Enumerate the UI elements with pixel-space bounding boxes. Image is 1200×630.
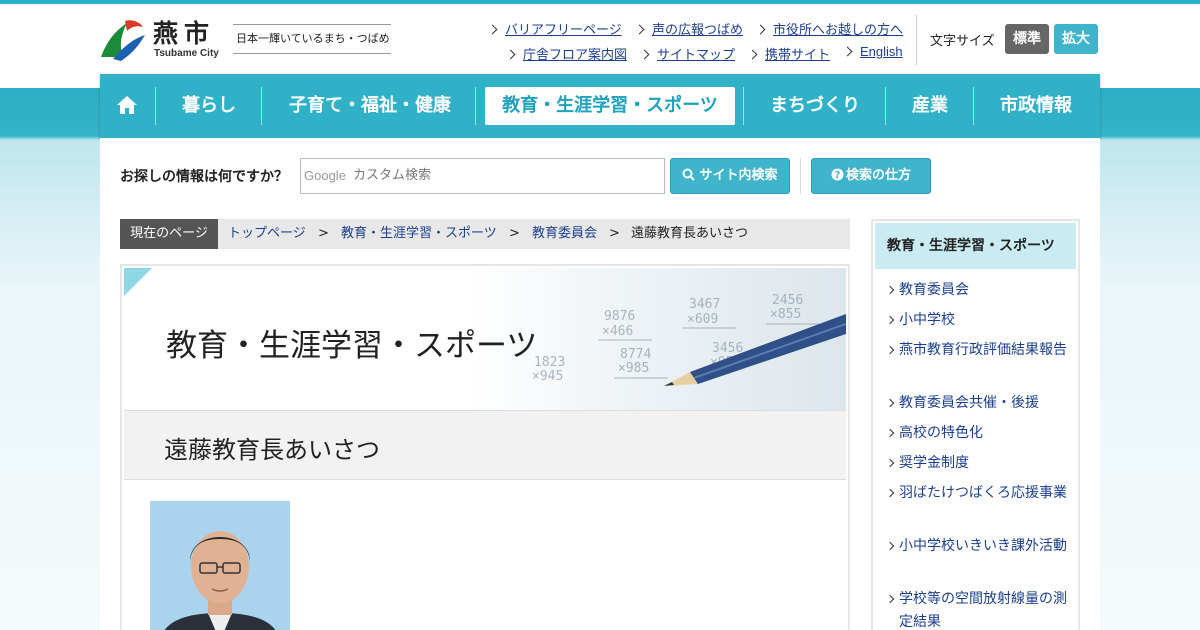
nav-home[interactable] <box>108 87 146 125</box>
chevron-right-icon <box>885 315 895 325</box>
nav-separator <box>475 87 476 125</box>
nav-item-sangyo[interactable]: 産業 <box>890 87 970 125</box>
banner-corner-accent <box>124 268 152 296</box>
nav-item-kurashi[interactable]: 暮らし <box>162 87 256 125</box>
link-floor-guide[interactable]: 庁舎フロア案内図 <box>505 44 627 63</box>
chevron-right-icon <box>755 24 766 35</box>
nav-item-shisei[interactable]: 市政情報 <box>978 87 1094 125</box>
sidebar-item[interactable]: 奨学金制度 <box>885 452 1069 475</box>
logo-swallow-icon[interactable] <box>99 17 147 61</box>
nav-separator <box>155 87 156 125</box>
link-voice-koho[interactable]: 声の広報つばめ <box>634 19 743 38</box>
nav-separator <box>973 87 974 125</box>
link-english[interactable]: English <box>842 44 903 59</box>
hero-number: 1823 <box>534 355 565 370</box>
breadcrumb-separator: > <box>509 226 520 241</box>
hero-number: 3456 <box>712 341 743 356</box>
chevron-right-icon <box>885 458 895 468</box>
link-visitors[interactable]: 市役所へお越しの方へ <box>755 19 903 38</box>
breadcrumb-separator: > <box>609 226 620 241</box>
question-circle-icon: ? <box>831 168 844 181</box>
logo-text[interactable]: 燕市 <box>153 14 215 50</box>
breadcrumb-top[interactable]: トップページ <box>228 219 306 249</box>
site-search-button[interactable]: サイト内検索 <box>670 158 790 194</box>
chevron-right-icon <box>885 541 895 551</box>
chevron-right-icon <box>639 49 650 60</box>
nav-item-kosodate[interactable]: 子育て・福祉・健康 <box>270 87 470 125</box>
font-size-large-button[interactable]: 拡大 <box>1054 24 1098 54</box>
sidebar: 教育・生涯学習・スポーツ 教育委員会 小中学校 燕市教育行政評価結果報告 教育委… <box>871 219 1080 630</box>
svg-text:?: ? <box>835 170 841 181</box>
hero-number: ×466 <box>602 324 633 339</box>
font-size-standard-button[interactable]: 標準 <box>1005 24 1049 54</box>
top-accent-line <box>0 0 1200 4</box>
logo-subtext: Tsubame City <box>154 48 219 59</box>
search-icon <box>682 168 696 181</box>
sidebar-item[interactable]: 小中学校いきいき課外活動 <box>885 535 1069 558</box>
global-nav: 暮らし 子育て・福祉・健康 教育・生涯学習・スポーツ まちづくり 産業 市政情報 <box>100 74 1100 138</box>
search-question: お探しの情報は何ですか？ <box>120 169 288 185</box>
link-mobile[interactable]: 携帯サイト <box>747 44 830 63</box>
home-icon <box>117 96 137 114</box>
page-title: 遠藤教育長あいさつ <box>164 436 380 464</box>
sidebar-item[interactable]: 学校等の空間放射線量の測定結果 <box>885 588 1069 630</box>
chevron-right-icon <box>885 428 895 438</box>
font-size-label: 文字サイズ <box>930 34 995 49</box>
sidebar-heading: 教育・生涯学習・スポーツ <box>875 223 1076 269</box>
sidebar-item[interactable]: 教育委員会 <box>885 279 1069 302</box>
breadcrumb-label: 現在のページ <box>120 219 218 249</box>
header-divider <box>916 15 917 65</box>
chevron-right-icon <box>487 24 498 35</box>
sidebar-item[interactable]: 燕市教育行政評価結果報告 <box>885 339 1069 362</box>
main-content: 9876 ×466 3467 ×609 2456 ×855 8774 ×985 … <box>120 264 850 630</box>
chevron-right-icon <box>505 49 516 60</box>
chevron-right-icon <box>634 24 645 35</box>
sidebar-item[interactable]: 小中学校 <box>885 309 1069 332</box>
nav-separator <box>885 87 886 125</box>
chevron-right-icon <box>885 488 895 498</box>
nav-separator <box>261 87 262 125</box>
chevron-right-icon <box>885 285 895 295</box>
sidebar-item[interactable]: 教育委員会共催・後援 <box>885 392 1069 415</box>
chevron-right-icon <box>747 49 758 60</box>
page-title-bar: 遠藤教育長あいさつ <box>124 410 846 480</box>
category-title: 教育・生涯学習・スポーツ <box>166 328 538 364</box>
google-label: Google <box>304 168 346 183</box>
breadcrumb-iinkai[interactable]: 教育委員会 <box>532 219 597 249</box>
catchphrase: 日本一輝いているまち・つばめ <box>233 24 391 54</box>
sidebar-item[interactable]: 羽ばたけつばくろ応援事業 <box>885 482 1069 505</box>
nav-item-kyoiku[interactable]: 教育・生涯学習・スポーツ <box>485 87 735 125</box>
chevron-right-icon <box>842 46 853 57</box>
chevron-right-icon <box>885 594 895 604</box>
chevron-right-icon <box>885 345 895 355</box>
hero-number: 2456 <box>772 293 803 308</box>
superintendent-photo <box>150 501 290 630</box>
hero-number: 8774 <box>620 347 651 362</box>
breadcrumb-kyoiku[interactable]: 教育・生涯学習・スポーツ <box>341 219 497 249</box>
nav-separator <box>743 87 744 125</box>
portrait-image <box>150 501 290 630</box>
sidebar-item[interactable]: 高校の特色化 <box>885 422 1069 445</box>
chevron-right-icon <box>885 398 895 408</box>
nav-item-machizukuri[interactable]: まちづくり <box>750 87 880 125</box>
breadcrumb: 現在のページ トップページ > 教育・生涯学習・スポーツ > 教育委員会 > 遠… <box>120 219 850 249</box>
link-barrier-free[interactable]: バリアフリーページ <box>487 19 622 38</box>
breadcrumb-separator: > <box>318 226 329 241</box>
category-banner: 9876 ×466 3467 ×609 2456 ×855 8774 ×985 … <box>124 268 846 410</box>
search-placeholder: カスタム検索 <box>353 168 432 183</box>
breadcrumb-current: 遠藤教育長あいさつ <box>631 226 749 241</box>
link-sitemap[interactable]: サイトマップ <box>639 44 735 63</box>
search-input[interactable]: Google カスタム検索 <box>300 158 665 194</box>
hero-number: ×945 <box>532 369 563 384</box>
hero-number: ×609 <box>687 312 718 327</box>
hero-number: 3467 <box>689 297 720 312</box>
search-divider <box>800 158 801 194</box>
hero-number: 9876 <box>604 309 635 324</box>
hero-number: ×855 <box>770 307 801 322</box>
search-help-button[interactable]: ? 検索の仕方 <box>811 158 931 194</box>
hero-number: ×985 <box>618 361 649 376</box>
